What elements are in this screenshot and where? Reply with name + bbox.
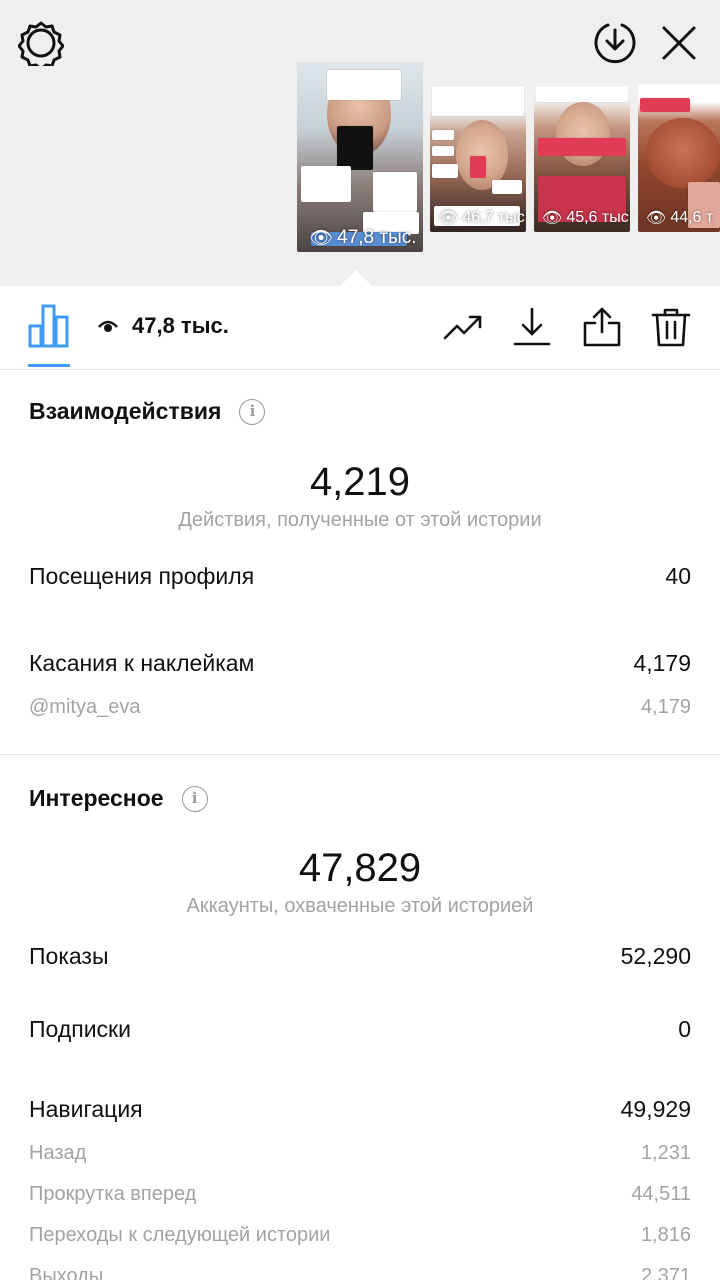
story-views: 👁 44,6 т [646,209,714,227]
stat-row-navigation: Навигация 49,929 [29,1096,691,1122]
info-icon[interactable]: i [239,398,266,425]
active-tab-indicator [28,364,70,367]
story-views: 👁 47,8 тыс. [309,227,417,249]
story-thumbnail[interactable]: 👁 45,6 тыс. [534,84,630,232]
bar-chart-icon[interactable] [28,302,70,348]
trash-icon[interactable] [651,306,691,348]
stat-row-sticker-taps: Касания к наклейкам 4,179 [29,650,691,676]
eye-icon: 👁 [309,228,334,249]
story-views: 👁 45,6 тыс. [542,209,630,227]
views-count: 47,8 тыс. [132,313,229,338]
story-thumbnail[interactable]: 👁 46,7 тыс. [430,84,526,232]
stat-row-follows: Подписки 0 [29,1016,691,1042]
info-icon[interactable]: i [181,785,208,812]
interactions-total-caption: Действия, полученные от этой истории [178,509,542,531]
stat-row-impressions: Показы 52,290 [29,943,691,969]
eye-icon: 👁 [542,210,563,227]
save-icon[interactable] [512,306,552,348]
discovery-total-caption: Аккаунты, охваченные этой историей [186,895,534,917]
close-icon[interactable] [656,20,702,66]
stat-subrow-exits: Выходы 2,371 [29,1265,691,1280]
trend-icon[interactable] [443,306,483,348]
stat-row-profile-visits: Посещения профиля 40 [29,563,691,589]
discovery-total: 47,829 [298,846,422,890]
interactions-section-title: Взаимодействия i [29,398,266,425]
eye-icon [98,320,118,332]
selection-caret [340,270,372,286]
stat-subrow-next-story: Переходы к следующей истории 1,816 [29,1224,691,1246]
interactions-total: 4,219 [309,460,411,504]
eye-icon: 👁 [646,210,667,227]
stat-subrow-forward: Прокрутка вперед 44,511 [29,1183,691,1205]
story-views: 👁 46,7 тыс. [438,209,526,227]
discovery-section-title: Интересное i [29,785,208,812]
stat-subrow-back: Назад 1,231 [29,1142,691,1164]
story-strip: 👁 47,8 тыс. 👁 46,7 тыс. 👁 45,6 тыс. 👁 44… [0,0,720,286]
share-icon[interactable] [582,306,622,348]
download-circle-icon[interactable] [592,20,638,66]
story-thumbnail-selected[interactable]: 👁 47,8 тыс. [297,62,423,252]
stat-subrow-mention: @mitya_eva 4,179 [29,696,691,718]
section-divider [0,754,720,755]
eye-icon: 👁 [438,210,459,227]
story-thumbnail[interactable]: 👁 44,6 т [638,84,720,232]
gear-icon[interactable] [18,20,64,66]
views-summary: 47,8 тыс. [98,313,229,339]
